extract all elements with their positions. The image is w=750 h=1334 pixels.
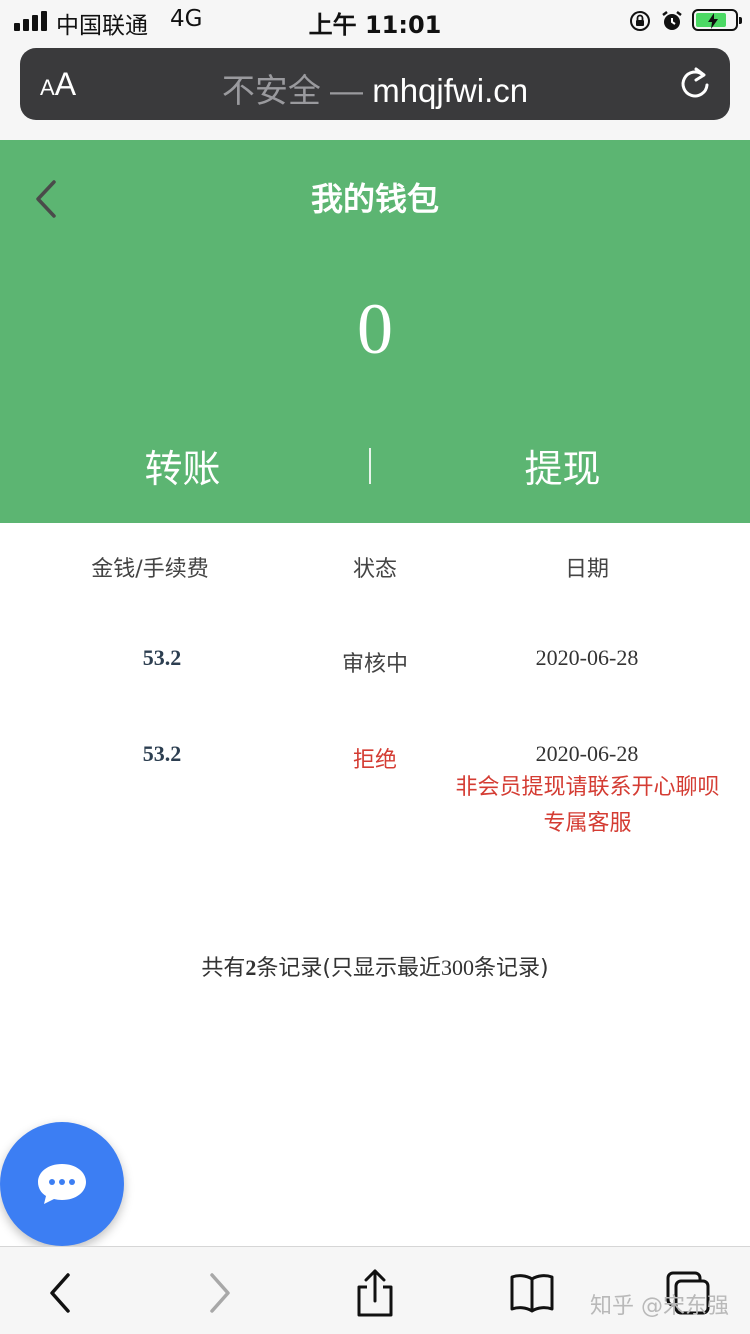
column-header-status: 状态: [352, 557, 397, 582]
status-bar: 中国联通 4G 上午 11:01: [0, 0, 750, 42]
wallet-header: 我的钱包 0 转账 提现: [0, 140, 750, 523]
page-title: 我的钱包: [310, 180, 439, 218]
record-amount: 53.2: [142, 645, 182, 670]
record-date: 2020-06-28: [535, 741, 639, 766]
record-amount: 53.2: [142, 741, 182, 766]
action-divider: [369, 448, 371, 484]
url-separator: —: [320, 72, 373, 109]
insecure-label: 不安全: [221, 72, 321, 109]
record-date: 2020-06-28: [535, 645, 639, 670]
address-bar[interactable]: AA 不安全 — mhqjfwi.cn: [20, 48, 730, 120]
alarm-icon: [662, 11, 682, 30]
reload-icon[interactable]: [678, 66, 712, 102]
orientation-lock-icon: [630, 11, 650, 31]
watermark: 知乎 @宋东强: [590, 1294, 729, 1319]
browser-forward-icon[interactable]: [194, 1269, 242, 1317]
browser-address-area: AA 不安全 — mhqjfwi.cn: [0, 42, 750, 140]
record-status: 审核中: [341, 652, 408, 677]
withdraw-button[interactable]: 提现: [470, 438, 655, 493]
share-icon[interactable]: [351, 1269, 399, 1317]
chat-button[interactable]: [0, 1122, 124, 1246]
browser-back-icon[interactable]: [38, 1269, 86, 1317]
wallet-balance: 0: [357, 289, 393, 369]
url-domain: mhqjfwi.cn: [372, 72, 529, 109]
url-display[interactable]: 不安全 — mhqjfwi.cn: [20, 64, 730, 112]
records-summary: 共有2条记录(只显示最近300条记录): [201, 955, 549, 981]
record-status-rejected: 拒绝: [352, 748, 397, 773]
battery-icon: [692, 9, 742, 31]
chat-bubble-icon: [38, 1164, 86, 1204]
column-header-date: 日期: [564, 557, 609, 582]
book-icon[interactable]: [508, 1269, 556, 1317]
transfer-button[interactable]: 转账: [90, 438, 275, 493]
column-header-amount: 金钱/手续费: [91, 557, 209, 582]
rejection-note: 非会员提现请联系开心聊呗专属客服: [455, 775, 720, 836]
